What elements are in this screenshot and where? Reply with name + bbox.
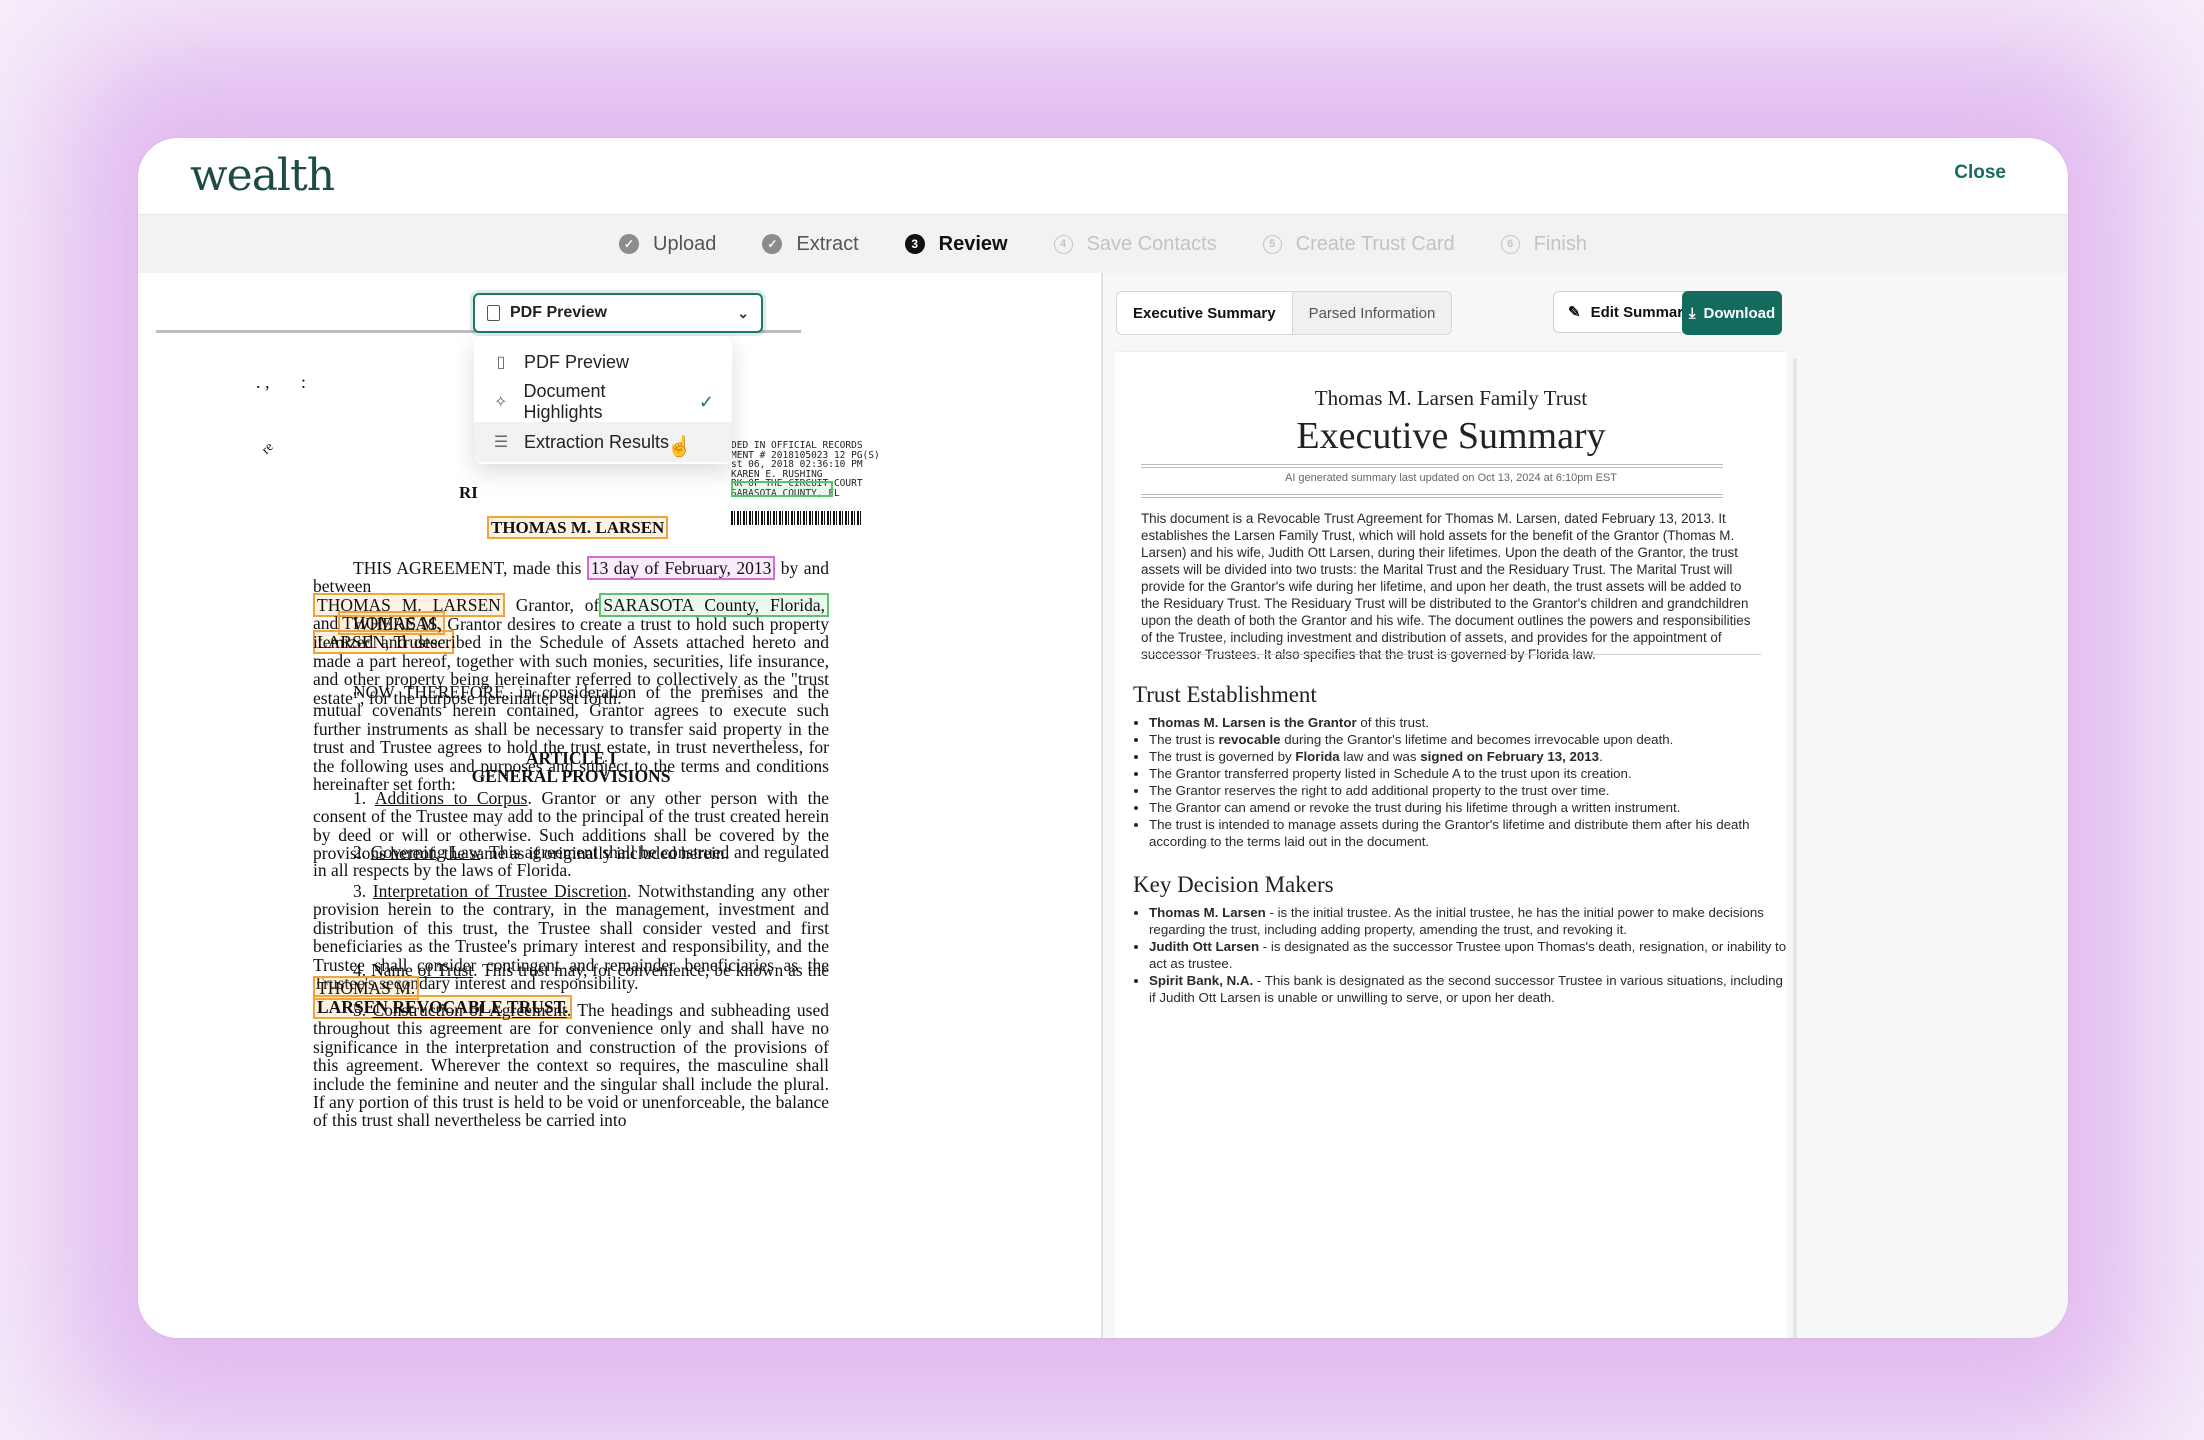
step-create-trust-card[interactable]: 5 Create Trust Card (1262, 232, 1455, 256)
heading-fragment: RI (459, 483, 478, 502)
pencil-icon: ✎ (1568, 304, 1581, 321)
pdf-pane: . , : ᵣₑ DED IN OFFICIAL RECORDS MENT # 2… (138, 273, 1101, 1338)
sparkle-icon: ✧ (494, 394, 508, 411)
scan-mark: . , : (256, 372, 307, 392)
pdf-page: . , : ᵣₑ DED IN OFFICIAL RECORDS MENT # 2… (138, 333, 1088, 1338)
list-item: The Grantor can amend or revoke the trus… (1149, 799, 1789, 816)
name-highlight: THOMAS M. LARSEN (487, 516, 669, 539)
trust-name: Thomas M. Larsen Family Trust (1314, 386, 1588, 410)
menu-item-label: PDF Preview (524, 351, 630, 372)
step-number-icon: 4 (1053, 234, 1073, 254)
list-item: The Grantor transferred property listed … (1149, 765, 1789, 782)
menu-item-document-highlights[interactable]: ✧ Document Highlights ✓ (474, 381, 732, 422)
county-stamp-highlight (731, 481, 833, 497)
download-button[interactable]: ⤓ Download (1682, 291, 1782, 335)
step-label: Review (938, 232, 1008, 255)
check-circle-icon: ✓ (619, 234, 640, 254)
summary-meta: AI generated summary last updated on Oct… (1284, 472, 1618, 484)
document-icon: ▯ (496, 354, 506, 371)
step-label: Extract (796, 232, 859, 255)
summary-scrollbar[interactable] (1793, 358, 1797, 1338)
title-rule (1141, 467, 1723, 468)
tab-parsed-information[interactable]: Parsed Information (1293, 292, 1452, 334)
title-rule (1141, 464, 1723, 465)
step-label: Save Contacts (1086, 232, 1217, 255)
list-item: The trust is intended to manage assets d… (1149, 816, 1789, 850)
step-number-icon: 6 (1500, 234, 1520, 254)
check-circle-icon: ✓ (762, 234, 783, 254)
summary-title: Executive Summary (1296, 415, 1606, 457)
view-select-menu: ▯ PDF Preview ✧ Document Highlights ✓ ☰ Extrac… (474, 336, 732, 464)
step-label: Create Trust Card (1295, 232, 1455, 255)
list-item: Thomas M. Larsen is the Grantor of this … (1149, 714, 1789, 731)
summary-pane: Executive Summary Parsed Information ✎ E… (1103, 273, 2068, 1338)
top-bar: wealth Close (138, 138, 2068, 214)
cursor-hand-icon: ☝ (667, 436, 692, 458)
view-select[interactable]: PDF Preview ⌄ (473, 293, 763, 333)
provision-5: 5. Construction of Agreement. The headin… (313, 1000, 830, 1131)
step-review[interactable]: 3 Review (904, 232, 1008, 256)
list-icon: ☰ (493, 434, 509, 451)
chevron-down-icon: ⌄ (737, 304, 749, 321)
section-rule (1141, 654, 1761, 655)
list-item: Spirit Bank, N.A. - This bank is designa… (1149, 972, 1789, 1006)
summary-document: Thomas M. Larsen Family Trust Executive … (1115, 351, 1787, 1338)
provision-2: 2. Governing Law. This agreement shall b… (313, 842, 829, 881)
barcode (731, 511, 863, 525)
document-icon (487, 305, 500, 321)
stepper: ✓ Upload ✓ Extract 3 Review 4 Save Contacts 5 Cre… (138, 214, 2068, 274)
menu-item-pdf-preview[interactable]: ▯ PDF Preview (474, 342, 732, 382)
close-button[interactable]: Close (1954, 162, 2006, 184)
menu-item-label: Extraction Results (524, 431, 670, 452)
section-heading-trust-establishment: Trust Establishment (1133, 682, 1317, 707)
handwriting-mark: ᵣₑ (250, 431, 276, 458)
summary-tabs: Executive Summary Parsed Information (1116, 291, 1453, 335)
view-select-value: PDF Preview (510, 304, 607, 321)
key-decision-makers-list: Thomas M. Larsen - is the initial truste… (1133, 904, 1789, 1006)
step-label: Finish (1533, 232, 1587, 255)
date-highlight: 13 day of February, 2013 (586, 556, 776, 580)
logo: wealth (190, 150, 335, 201)
step-upload[interactable]: ✓ Upload (619, 233, 716, 256)
menu-item-extraction-results[interactable]: ☰ Extraction Results ☝ (474, 422, 732, 462)
article-heading: ARTICLE I GENERAL PROVISIONS (471, 748, 671, 787)
step-number-icon: 5 (1262, 234, 1282, 254)
app-window: wealth Close ✓ Upload ✓ Extract 3 Review 4 Save… (138, 138, 2068, 1338)
list-item: Thomas M. Larsen - is the initial truste… (1149, 904, 1789, 938)
menu-item-label: Document Highlights (523, 381, 606, 422)
step-save-contacts[interactable]: 4 Save Contacts (1053, 232, 1217, 256)
download-icon: ⤓ (1688, 304, 1696, 322)
meta-rule (1141, 497, 1723, 498)
list-item: The Grantor reserves the right to add ad… (1149, 782, 1789, 799)
checkmark-icon: ✓ (698, 391, 714, 412)
section-heading-key-decision-makers: Key Decision Makers (1133, 872, 1334, 897)
step-extract[interactable]: ✓ Extract (762, 232, 859, 256)
trust-establishment-list: Thomas M. Larsen is the Grantor of this … (1133, 714, 1789, 850)
step-label: Upload (653, 232, 717, 255)
list-item: The trust is revocable during the Granto… (1149, 731, 1789, 748)
meta-rule (1141, 494, 1723, 495)
summary-body: This document is a Revocable Trust Agree… (1141, 511, 1751, 662)
step-finish[interactable]: 6 Finish (1500, 232, 1587, 256)
list-item: The trust is governed by Florida law and… (1149, 748, 1789, 765)
list-item: Judith Ott Larsen - is designated as the… (1149, 938, 1789, 972)
step-number-icon: 3 (904, 234, 925, 254)
tab-executive-summary[interactable]: Executive Summary (1117, 292, 1293, 334)
